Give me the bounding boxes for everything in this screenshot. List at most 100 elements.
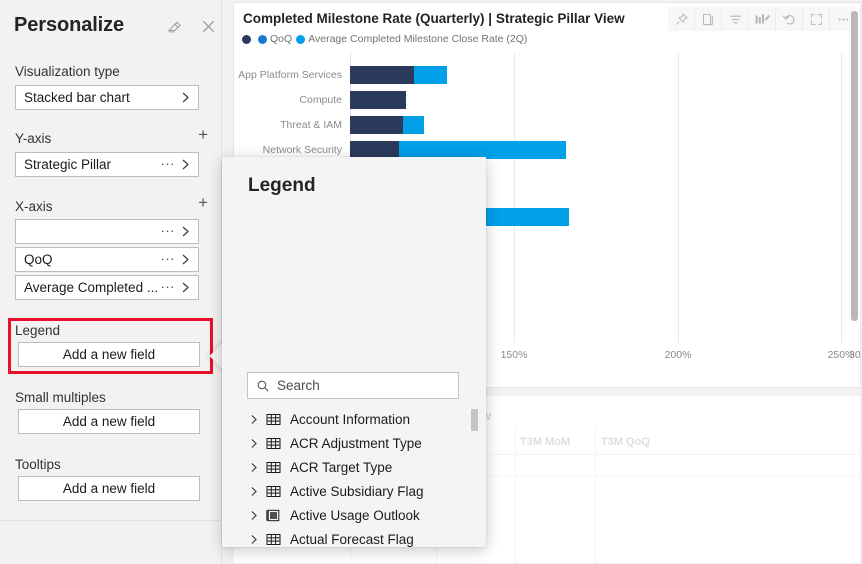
- list-item[interactable]: ACR Target Type: [222, 455, 486, 479]
- tooltips-label: Tooltips: [15, 457, 61, 472]
- reset-icon[interactable]: [776, 7, 803, 31]
- small-multiples-label: Small multiples: [15, 390, 106, 405]
- bar-segment-qoq-2[interactable]: [350, 116, 403, 134]
- small-multiples-add-a-new-field-button[interactable]: Add a new field: [18, 409, 200, 434]
- list-item[interactable]: ACR Adjustment Type: [222, 431, 486, 455]
- chevron-right-icon[interactable]: [250, 414, 264, 425]
- personalize-visual-icon[interactable]: [749, 7, 776, 31]
- panel-divider: [0, 520, 221, 521]
- category-label-3: Network Security: [262, 144, 342, 156]
- legend-entry-0[interactable]: [242, 34, 254, 44]
- chevron-right-icon: [181, 91, 198, 104]
- y-axis-field-strategic-pillar[interactable]: Strategic Pillar ···: [15, 152, 199, 177]
- y-axis-field-label: Strategic Pillar: [24, 157, 112, 172]
- legend-field-picker-dialog: Legend Search Account Information ACR Ad…: [222, 157, 486, 547]
- chevron-right-icon[interactable]: [250, 510, 264, 521]
- background-table-column-t3m-mom: T3M MoM: [520, 436, 571, 448]
- x-axis-tick-2: 200%: [664, 349, 692, 361]
- chevron-right-icon[interactable]: [250, 462, 264, 473]
- list-item[interactable]: Active Usage Outlook: [222, 503, 486, 527]
- legend-section-label: Legend: [15, 323, 61, 338]
- legend-list-scrollbar[interactable]: [471, 409, 478, 539]
- legend-search-input[interactable]: [277, 378, 458, 393]
- field-menu-icon[interactable]: ···: [161, 157, 182, 170]
- page-title: Personalize: [14, 14, 125, 36]
- y-axis-label: Y-axis: [15, 131, 52, 146]
- list-item[interactable]: Active Subsidiary Flag: [222, 479, 486, 503]
- legend-swatch-icon: [258, 34, 267, 44]
- x-axis-tick-1: 150%: [500, 349, 528, 361]
- legend-list-scrollbar-thumb[interactable]: [471, 409, 478, 431]
- field-menu-icon[interactable]: ···: [161, 224, 182, 237]
- legend-add-a-new-field-button[interactable]: Add a new field: [18, 342, 200, 367]
- table-icon: [266, 436, 282, 450]
- pin-icon[interactable]: [668, 7, 695, 31]
- legend-search-box[interactable]: [247, 372, 459, 399]
- personalize-panel-header: Personalize: [0, 14, 230, 54]
- table-icon: [266, 532, 282, 546]
- bar-segment-qoq-0[interactable]: [350, 66, 414, 84]
- visual-toolbar: [668, 7, 856, 31]
- close-icon[interactable]: [198, 16, 218, 36]
- list-item-label: Actual Forecast Flag: [290, 531, 414, 547]
- list-item-label: Active Usage Outlook: [290, 507, 420, 523]
- legend-field-list[interactable]: Account Information ACR Adjustment Type: [222, 407, 486, 547]
- chevron-right-icon[interactable]: [250, 438, 264, 449]
- chevron-right-icon: [181, 225, 198, 238]
- bar-segment-qoq-1[interactable]: [350, 91, 406, 109]
- list-item[interactable]: Actual Forecast Flag: [222, 527, 486, 547]
- background-table-column-t3m-qoq: T3M QoQ: [601, 436, 650, 448]
- focus-mode-icon[interactable]: [803, 7, 830, 31]
- table-icon: [266, 484, 282, 498]
- background-table-gridline: [595, 429, 596, 563]
- list-item-label: ACR Target Type: [290, 459, 393, 475]
- list-item[interactable]: Account Information: [222, 407, 486, 431]
- bar-segment-avg-0[interactable]: [414, 66, 447, 84]
- add-y-axis-field-button[interactable]: +: [198, 126, 208, 143]
- field-menu-icon[interactable]: ···: [161, 252, 182, 265]
- calculated-table-icon: [266, 508, 282, 522]
- x-axis-field-label-2: Average Completed ...: [24, 280, 159, 295]
- legend-entry-2[interactable]: Average Completed Milestone Close Rate (…: [296, 33, 527, 45]
- x-axis-field-average-completed[interactable]: Average Completed ... ···: [15, 275, 199, 300]
- visualization-type-select[interactable]: Stacked bar chart: [15, 85, 199, 110]
- chart-vertical-scrollbar[interactable]: [851, 11, 858, 381]
- eraser-icon[interactable]: [164, 16, 184, 36]
- category-label-2: Threat & IAM: [280, 119, 342, 131]
- visualization-type-value: Stacked bar chart: [24, 90, 130, 105]
- legend-entry-label-2: Average Completed Milestone Close Rate (…: [308, 33, 528, 45]
- x-axis-field-qoq[interactable]: QoQ ···: [15, 247, 199, 272]
- background-table-gridline: [515, 429, 516, 563]
- chart-scrollbar-thumb[interactable]: [851, 11, 858, 321]
- category-label-1: Compute: [299, 94, 342, 106]
- x-axis-field-empty[interactable]: ···: [15, 219, 199, 244]
- table-icon: [266, 412, 282, 426]
- visualization-type-label: Visualization type: [15, 64, 120, 79]
- field-menu-icon[interactable]: ···: [161, 280, 182, 293]
- legend-dialog-title: Legend: [248, 175, 316, 196]
- chevron-right-icon: [181, 281, 198, 294]
- legend-swatch-icon: [242, 34, 251, 44]
- gridline-200: [678, 53, 679, 343]
- panel-header-actions: [164, 16, 218, 36]
- copy-icon[interactable]: [695, 7, 722, 31]
- x-axis-label: X-axis: [15, 199, 53, 214]
- list-item-label: Active Subsidiary Flag: [290, 483, 424, 499]
- chevron-right-icon[interactable]: [250, 486, 264, 497]
- list-item-label: Account Information: [290, 411, 411, 427]
- x-axis-field-label-1: QoQ: [24, 252, 53, 267]
- legend-swatch-icon: [296, 34, 306, 44]
- legend-entry-label-1: QoQ: [270, 33, 293, 45]
- chevron-right-icon: [181, 158, 198, 171]
- chevron-right-icon[interactable]: [250, 534, 264, 545]
- table-icon: [266, 460, 282, 474]
- chart-legend: QoQ Average Completed Milestone Close Ra…: [242, 33, 531, 45]
- filter-icon[interactable]: [722, 7, 749, 31]
- search-icon: [256, 379, 270, 393]
- gridline-250: [841, 53, 842, 343]
- chevron-right-icon: [181, 253, 198, 266]
- legend-entry-1[interactable]: QoQ: [258, 33, 292, 45]
- add-x-axis-field-button[interactable]: +: [198, 194, 208, 211]
- tooltips-add-a-new-field-button[interactable]: Add a new field: [18, 476, 200, 501]
- bar-segment-avg-2[interactable]: [403, 116, 424, 134]
